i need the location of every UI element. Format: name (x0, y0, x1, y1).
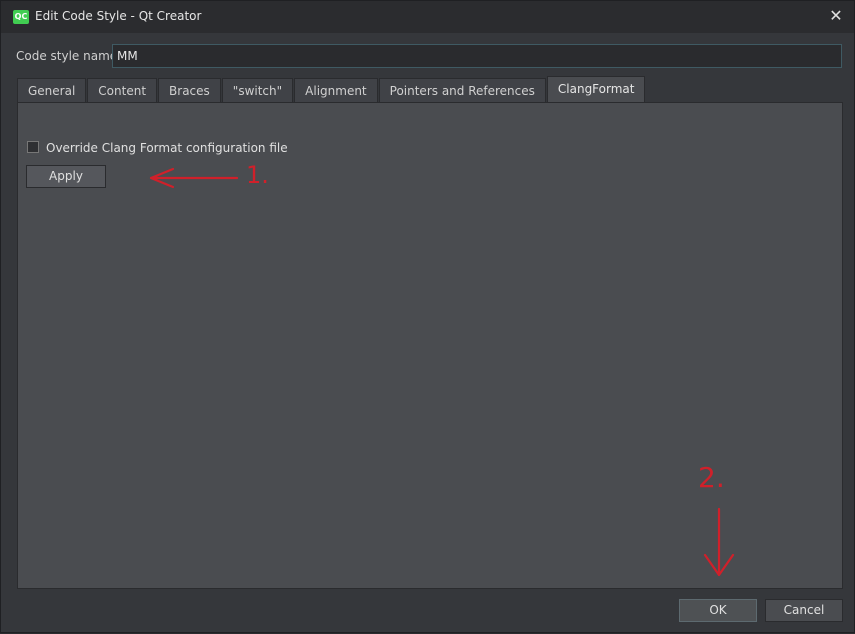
tab-bar: General Content Braces "switch" Alignmen… (17, 76, 646, 103)
code-style-name-label: Code style name: (16, 49, 122, 63)
tab-braces[interactable]: Braces (158, 78, 221, 103)
code-style-name-input[interactable] (112, 44, 842, 68)
override-clang-format-checkbox[interactable] (27, 141, 39, 153)
tab-alignment[interactable]: Alignment (294, 78, 378, 103)
tab-general[interactable]: General (17, 78, 87, 103)
close-icon[interactable]: ✕ (826, 6, 846, 26)
ok-button[interactable]: OK (679, 599, 757, 622)
override-clang-format-label[interactable]: Override Clang Format configuration file (46, 141, 288, 155)
title-bar: QC Edit Code Style - Qt Creator ✕ (1, 1, 854, 33)
apply-button[interactable]: Apply (26, 165, 106, 188)
tab-content[interactable]: Content (87, 78, 158, 103)
tab-pointers-and-references[interactable]: Pointers and References (378, 78, 546, 103)
edit-code-style-dialog: QC Edit Code Style - Qt Creator ✕ Code s… (0, 0, 855, 633)
cancel-button[interactable]: Cancel (765, 599, 843, 622)
qt-creator-app-icon: QC (13, 10, 29, 24)
window-title: Edit Code Style - Qt Creator (35, 9, 202, 23)
tab-clangformat[interactable]: ClangFormat (546, 76, 646, 103)
tab-switch[interactable]: "switch" (221, 78, 294, 103)
clangformat-panel: Override Clang Format configuration file… (17, 102, 843, 589)
code-style-name-row: Code style name: (16, 44, 844, 68)
